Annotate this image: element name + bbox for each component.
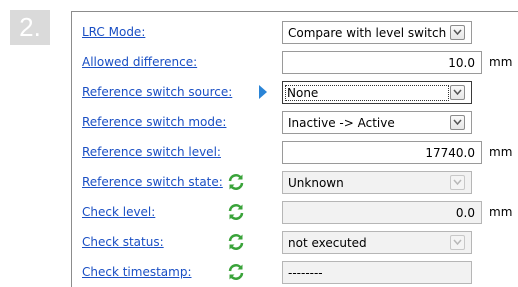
reference-switch-level-value: 17740.0 — [425, 146, 475, 160]
refresh-icon[interactable] — [227, 233, 245, 251]
chevron-down-icon[interactable] — [450, 85, 465, 100]
reference-switch-level-input[interactable]: 17740.0 — [282, 141, 482, 164]
check-timestamp-label[interactable]: Check timestamp: — [82, 265, 192, 279]
check-status-value: not executed — [288, 236, 367, 250]
row-check-timestamp: Check timestamp: -------- — [72, 261, 518, 284]
parameter-panel: LRC Mode: Compare with level switch Allo… — [71, 11, 518, 287]
allowed-difference-unit: mm — [489, 55, 513, 69]
reference-switch-mode-value: Inactive -> Active — [288, 116, 395, 130]
allowed-difference-input[interactable]: 10.0 — [282, 51, 482, 74]
refresh-icon[interactable] — [227, 173, 245, 191]
reference-switch-state-select: Unknown — [282, 171, 472, 194]
row-lrc-mode: LRC Mode: Compare with level switch — [72, 21, 518, 44]
check-status-label[interactable]: Check status: — [82, 235, 164, 249]
reference-switch-level-unit: mm — [489, 145, 513, 159]
reference-switch-mode-select[interactable]: Inactive -> Active — [282, 111, 472, 134]
row-reference-switch-source: Reference switch source: None — [72, 81, 518, 104]
reference-switch-state-value: Unknown — [288, 176, 344, 190]
reference-switch-source-value: None — [285, 85, 449, 101]
row-reference-switch-level: Reference switch level: 17740.0 mm — [72, 141, 518, 164]
check-level-field: 0.0 — [282, 201, 482, 224]
reference-switch-source-label[interactable]: Reference switch source: — [82, 85, 232, 99]
allowed-difference-label[interactable]: Allowed difference: — [82, 55, 197, 69]
reference-switch-mode-label[interactable]: Reference switch mode: — [82, 115, 226, 129]
lrc-mode-value: Compare with level switch — [288, 26, 447, 40]
lrc-mode-select[interactable]: Compare with level switch — [282, 21, 472, 44]
check-timestamp-value: -------- — [288, 266, 323, 280]
refresh-icon[interactable] — [227, 203, 245, 221]
row-check-status: Check status: not executed — [72, 231, 518, 254]
check-level-unit: mm — [489, 205, 513, 219]
row-check-level: Check level: 0.0 mm — [72, 201, 518, 224]
row-reference-switch-state: Reference switch state: Unknown — [72, 171, 518, 194]
check-level-value: 0.0 — [455, 206, 475, 220]
step-number-badge: 2. — [10, 10, 50, 45]
check-timestamp-field: -------- — [282, 261, 472, 284]
chevron-down-icon — [450, 175, 465, 190]
row-allowed-difference: Allowed difference: 10.0 mm — [72, 51, 518, 74]
chevron-down-icon — [450, 235, 465, 250]
row-reference-switch-mode: Reference switch mode: Inactive -> Activ… — [72, 111, 518, 134]
reference-switch-source-select[interactable]: None — [282, 81, 472, 104]
check-level-label[interactable]: Check level: — [82, 205, 155, 219]
current-selection-marker-icon — [259, 85, 267, 99]
lrc-mode-label[interactable]: LRC Mode: — [82, 25, 145, 39]
chevron-down-icon[interactable] — [450, 115, 465, 130]
check-status-select: not executed — [282, 231, 472, 254]
refresh-icon[interactable] — [227, 263, 245, 281]
reference-switch-level-label[interactable]: Reference switch level: — [82, 145, 221, 159]
chevron-down-icon[interactable] — [450, 25, 465, 40]
reference-switch-state-label[interactable]: Reference switch state: — [82, 175, 223, 189]
allowed-difference-value: 10.0 — [448, 56, 475, 70]
